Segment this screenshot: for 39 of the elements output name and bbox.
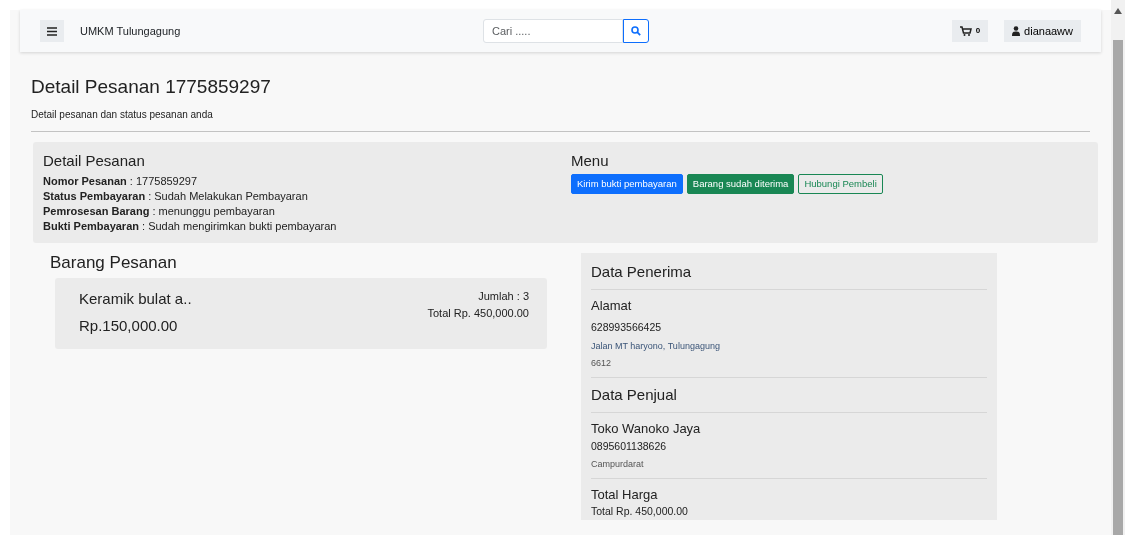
detail-field: Bukti Pembayaran : Sudah mengirimkan bukti pembayaran bbox=[43, 218, 571, 234]
item-name: Keramik bulat a.. bbox=[79, 289, 192, 310]
address-text: Jalan MT haryono, Tulungagung bbox=[591, 339, 721, 353]
scroll-up-icon[interactable] bbox=[1114, 8, 1122, 14]
search-icon bbox=[630, 26, 641, 36]
section-title: Alamat bbox=[591, 297, 633, 316]
section-title: Total Harga bbox=[591, 485, 659, 504]
section-title: Data Penjual bbox=[591, 384, 678, 405]
detail-field: Pemrosesan Barang : menunggu pembayaran bbox=[43, 203, 571, 219]
phone-number: 0895601138626 bbox=[591, 438, 668, 454]
item-price: Rp.150,000.00 bbox=[79, 315, 179, 336]
menu-button[interactable] bbox=[40, 20, 64, 42]
detail-field: Status Pembayaran : Sudah Melakukan Pembayaran bbox=[43, 188, 571, 204]
user-icon bbox=[1012, 26, 1021, 36]
section-title: Data Penerima bbox=[591, 261, 693, 282]
page-subtitle: Detail pesanan dan status pesanan anda bbox=[31, 107, 214, 122]
search-field[interactable]: Cari ..... bbox=[482, 19, 623, 43]
action-button[interactable]: Kirim bukti pembayaran bbox=[571, 173, 683, 195]
section-title: Menu bbox=[571, 151, 610, 170]
menu-icon bbox=[47, 26, 57, 36]
phone-number: 628993566425 bbox=[591, 319, 663, 335]
brand-link[interactable]: UMKM Tulungagung bbox=[80, 22, 181, 40]
user-button[interactable]: dianaaww bbox=[1004, 20, 1081, 42]
item-quantity: Jumlah : 3 bbox=[477, 289, 529, 305]
search-button[interactable] bbox=[622, 19, 649, 43]
section-title: Toko Wanoko Jaya bbox=[591, 420, 702, 439]
item-total: Total Rp. 450,000.00 bbox=[427, 305, 529, 321]
section-title: Detail Pesanan bbox=[43, 151, 146, 170]
section-title: Barang Pesanan bbox=[50, 252, 178, 274]
postal-code: 6612 bbox=[591, 357, 613, 371]
seller-city: Campurdarat bbox=[591, 458, 645, 472]
detail-field: Nomor Pesanan : 1775859297 bbox=[43, 173, 571, 189]
cart-button[interactable]: 0 bbox=[951, 20, 989, 42]
cart-icon bbox=[959, 26, 972, 36]
page-title: Detail Pesanan 1775859297 bbox=[31, 76, 272, 99]
action-button[interactable]: Hubungi Pembeli bbox=[798, 173, 883, 195]
action-button[interactable]: Barang sudah diterima bbox=[686, 173, 795, 195]
total-price: Total Rp. 450,000.00 bbox=[591, 504, 689, 520]
scrollbar-thumb[interactable] bbox=[1113, 39, 1123, 535]
